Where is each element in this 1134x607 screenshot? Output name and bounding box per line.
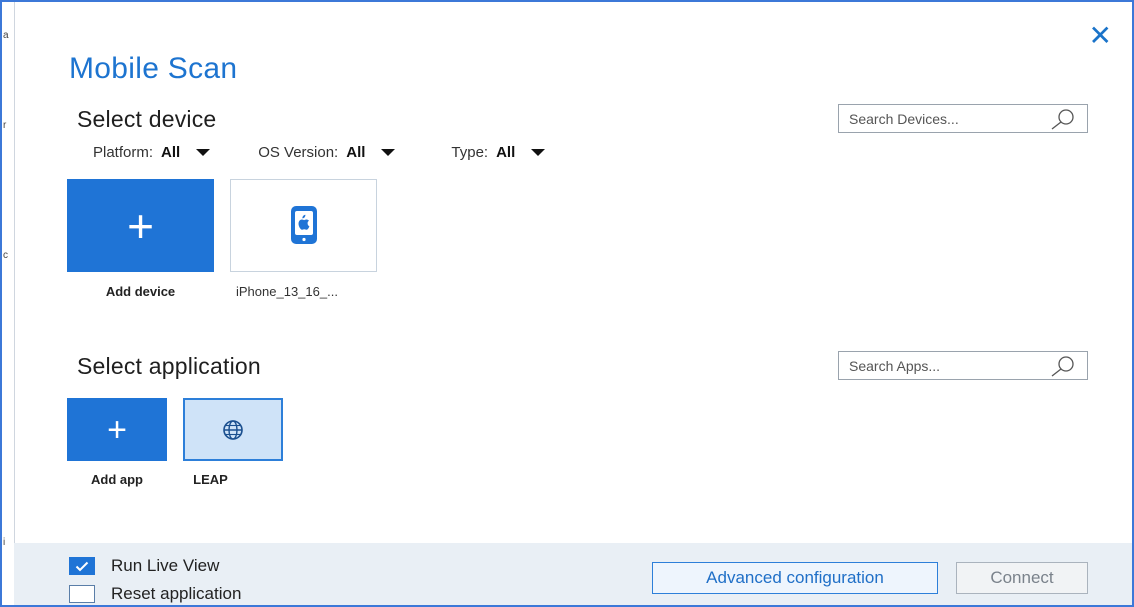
- os-version-filter-label: OS Version:: [258, 144, 339, 161]
- plus-icon: +: [127, 199, 154, 252]
- globe-icon: [223, 420, 243, 440]
- close-icon: ✕: [1088, 20, 1112, 51]
- reset-application-option[interactable]: Reset application: [69, 584, 241, 604]
- add-app-tile[interactable]: +: [67, 398, 167, 461]
- mobile-scan-dialog: a r c i ✕ Mobile Scan Select device Plat…: [0, 0, 1134, 607]
- add-device-label: Add device: [105, 284, 176, 299]
- search-icon[interactable]: [1049, 355, 1077, 377]
- type-filter[interactable]: Type: All: [451, 144, 546, 161]
- add-app-label: Add app: [91, 472, 143, 487]
- device-filters: Platform: All OS Version: All Type: All: [93, 144, 546, 161]
- reset-application-checkbox[interactable]: [69, 585, 95, 603]
- run-live-view-option[interactable]: Run Live View: [69, 556, 219, 576]
- run-live-view-label: Run Live View: [111, 556, 220, 575]
- reset-application-label: Reset application: [111, 584, 242, 603]
- apple-phone-icon: [291, 206, 317, 244]
- edge-glyph: r: [3, 120, 7, 131]
- close-button[interactable]: ✕: [1089, 22, 1112, 50]
- search-devices-box: [838, 104, 1088, 133]
- chevron-down-icon: [531, 149, 546, 156]
- checkmark-icon: [75, 561, 89, 571]
- edge-glyph: i: [3, 537, 6, 548]
- os-version-filter[interactable]: OS Version: All: [258, 144, 396, 161]
- chevron-down-icon: [381, 149, 396, 156]
- leap-app-label: LEAP: [193, 472, 228, 487]
- app-tile-leap[interactable]: [183, 398, 283, 461]
- edge-glyph: a: [3, 30, 9, 41]
- advanced-configuration-button[interactable]: Advanced configuration: [652, 562, 938, 594]
- select-application-heading: Select application: [77, 353, 261, 379]
- add-device-tile[interactable]: +: [67, 179, 214, 272]
- run-live-view-checkbox[interactable]: [69, 557, 95, 575]
- dialog-footer: Run Live View Reset application Advanced…: [14, 543, 1132, 605]
- search-devices-input[interactable]: [847, 109, 1051, 128]
- search-apps-box: [838, 351, 1088, 380]
- search-apps-input[interactable]: [847, 356, 1051, 375]
- type-filter-label: Type:: [451, 144, 489, 161]
- select-device-heading: Select device: [77, 106, 217, 132]
- connect-button[interactable]: Connect: [956, 562, 1088, 594]
- edge-glyph: c: [3, 250, 8, 261]
- plus-icon: +: [107, 410, 127, 449]
- platform-filter[interactable]: Platform: All: [93, 144, 211, 161]
- device-name-label: iPhone_13_16_...: [236, 284, 338, 299]
- search-icon[interactable]: [1049, 108, 1077, 130]
- platform-filter-value: All: [161, 144, 181, 161]
- type-filter-value: All: [496, 144, 516, 161]
- background-window-edge: a r c i: [2, 2, 15, 605]
- chevron-down-icon: [196, 149, 211, 156]
- device-tile-iphone[interactable]: [230, 179, 377, 272]
- os-version-filter-value: All: [346, 144, 366, 161]
- platform-filter-label: Platform:: [93, 144, 154, 161]
- dialog-title: Mobile Scan: [69, 52, 238, 85]
